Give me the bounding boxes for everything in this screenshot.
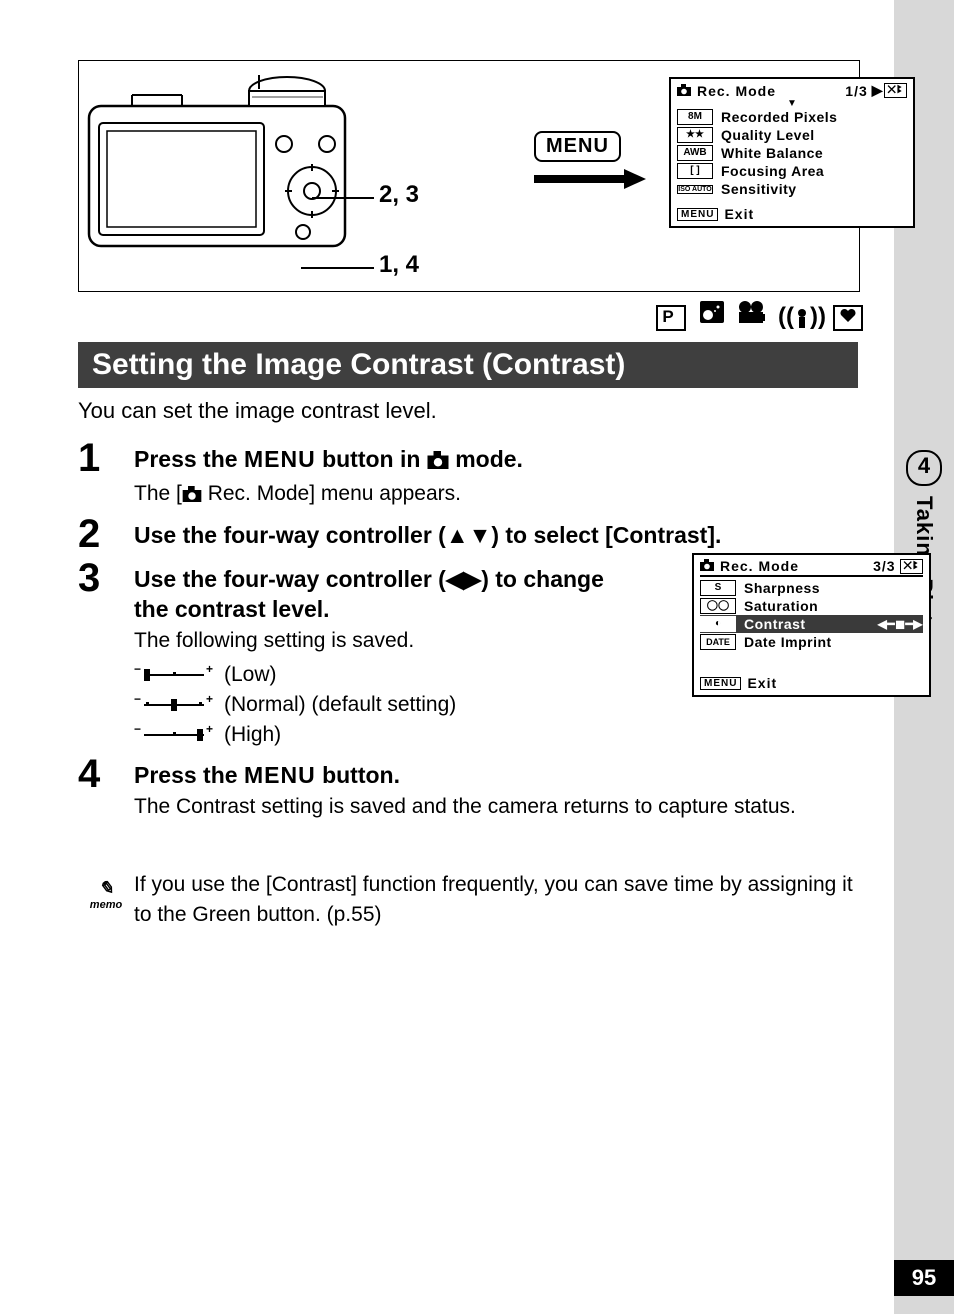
slider-label: (Low)	[224, 660, 277, 690]
camera-icon	[677, 83, 691, 99]
svg-text:+: +	[206, 693, 213, 706]
row-label: Sensitivity	[721, 181, 797, 197]
step-1: 1 Press the MENU button in mode. The [ R…	[78, 438, 858, 510]
lcd-title: Rec. Mode	[720, 558, 799, 574]
exit-label: Exit	[747, 675, 777, 691]
slider-low: −+ (Low)	[134, 660, 604, 690]
lcd-title: Rec. Mode	[697, 83, 776, 99]
svg-text:−: −	[134, 663, 141, 676]
row-label: White Balance	[721, 145, 823, 161]
row-label: Sharpness	[744, 580, 820, 596]
camera-icon	[182, 482, 202, 507]
arrow-right-icon	[534, 169, 654, 187]
badge-saturation: ◯◯	[700, 598, 736, 614]
lcd-screen-rec-mode-1: Rec. Mode 1/3 ▶ ✕ꔪ ▼ 8M Recorded Pixels ★…	[669, 77, 915, 228]
top-figure-box: 2, 3 1, 4 MENU Rec. Mode 1/3 ▶ ✕ꔪ ▼ 8MRe…	[78, 60, 860, 292]
steps-list: 1 Press the MENU button in mode. The [ R…	[78, 438, 858, 822]
row-label: Focusing Area	[721, 163, 824, 179]
row-label: Recorded Pixels	[721, 109, 837, 125]
triangle-down-icon: ▼	[671, 100, 913, 108]
section-title-bar: Setting the Image Contrast (Contrast)	[78, 342, 858, 388]
step-title: Press the MENU button in mode.	[134, 438, 858, 477]
mode-icons-row: P (())	[656, 300, 863, 331]
row-label: Date Imprint	[744, 634, 832, 650]
lead-text: You can set the image contrast level.	[78, 398, 437, 424]
svg-text:−: −	[134, 693, 141, 706]
slider-high: −+ (High)	[134, 720, 604, 750]
badge-focus: [ ]	[677, 163, 713, 179]
leader-line-14	[301, 267, 374, 269]
memo-text: If you use the [Contrast] function frequ…	[134, 870, 858, 930]
badge-awb: AWB	[677, 145, 713, 161]
slider-high-icon: −+	[134, 720, 224, 750]
lcd-page-indicator: 3/3	[873, 558, 895, 574]
camera-illustration	[87, 71, 347, 251]
step-desc: The Contrast setting is saved and the ca…	[134, 792, 858, 822]
badge-date: DATE	[700, 634, 736, 650]
slider-low-icon: −+	[134, 660, 224, 690]
badge-8m: 8M	[677, 109, 713, 125]
step-title: Use the four-way controller (▲▼) to sele…	[134, 514, 858, 550]
page-number: 95	[894, 1260, 954, 1296]
memo-icon: ✎ memo	[78, 870, 134, 911]
badge-iso: ISO AUTO	[677, 185, 713, 194]
menu-badge-icon: MENU	[677, 208, 718, 221]
menu-badge-icon: MENU	[700, 677, 741, 690]
badge-sharpness: S	[700, 580, 736, 596]
slider-label: (Normal) (default setting)	[224, 690, 456, 720]
mode-antishake-icon: (())	[778, 303, 833, 330]
memo-block: ✎ memo If you use the [Contrast] functio…	[78, 870, 858, 930]
step-4: 4 Press the MENU button. The Contrast se…	[78, 754, 858, 822]
step-number: 3	[78, 558, 134, 750]
badge-stars: ★★	[677, 127, 713, 143]
step-desc: The following setting is saved.	[134, 626, 604, 656]
svg-text:+: +	[206, 723, 213, 736]
step-number: 1	[78, 438, 134, 510]
exit-label: Exit	[724, 206, 754, 222]
triangle-right-icon: ▶	[872, 82, 884, 99]
slider-indicator-icon: ◀━◼━▶	[878, 617, 923, 631]
slider-normal: −+ (Normal) (default setting)	[134, 690, 604, 720]
button-label-23: 2, 3	[379, 181, 419, 209]
row-label: Contrast	[744, 616, 806, 632]
camera-icon	[700, 558, 714, 574]
row-label: Saturation	[744, 598, 818, 614]
lcd-page-indicator: 1/3	[845, 83, 867, 99]
step-number: 4	[78, 754, 134, 822]
svg-text:−: −	[134, 723, 141, 736]
mode-p-icon: P	[656, 305, 686, 331]
leader-line-23	[312, 197, 374, 199]
mode-movie-icon	[737, 303, 778, 330]
tool-tab-icon: ✕ꔪ	[900, 559, 923, 574]
menu-button-chip: MENU	[534, 131, 621, 162]
chapter-number: 4	[906, 450, 942, 486]
camera-icon	[427, 449, 449, 474]
step-number: 2	[78, 514, 134, 554]
slider-label: (High)	[224, 720, 281, 750]
svg-text:+: +	[206, 663, 213, 676]
mode-heart-icon	[833, 305, 863, 331]
pen-icon: ✎	[78, 878, 134, 899]
mode-night-icon	[699, 303, 738, 330]
step-title: Press the MENU button.	[134, 754, 858, 790]
tool-tab-icon: ✕ꔪ	[884, 83, 907, 98]
step-2: 2 Use the four-way controller (▲▼) to se…	[78, 514, 858, 554]
step-title: Use the four-way controller (◀▶) to chan…	[134, 558, 604, 624]
lcd-screen-rec-mode-3: Rec. Mode 3/3 ✕ꔪ S Sharpness ◯◯ Saturation…	[692, 553, 931, 697]
slider-normal-icon: −+	[134, 690, 224, 720]
button-label-14: 1, 4	[379, 251, 419, 279]
step-desc: The [ Rec. Mode] menu appears.	[134, 479, 858, 510]
row-label: Quality Level	[721, 127, 815, 143]
badge-contrast: ◐	[700, 616, 736, 632]
